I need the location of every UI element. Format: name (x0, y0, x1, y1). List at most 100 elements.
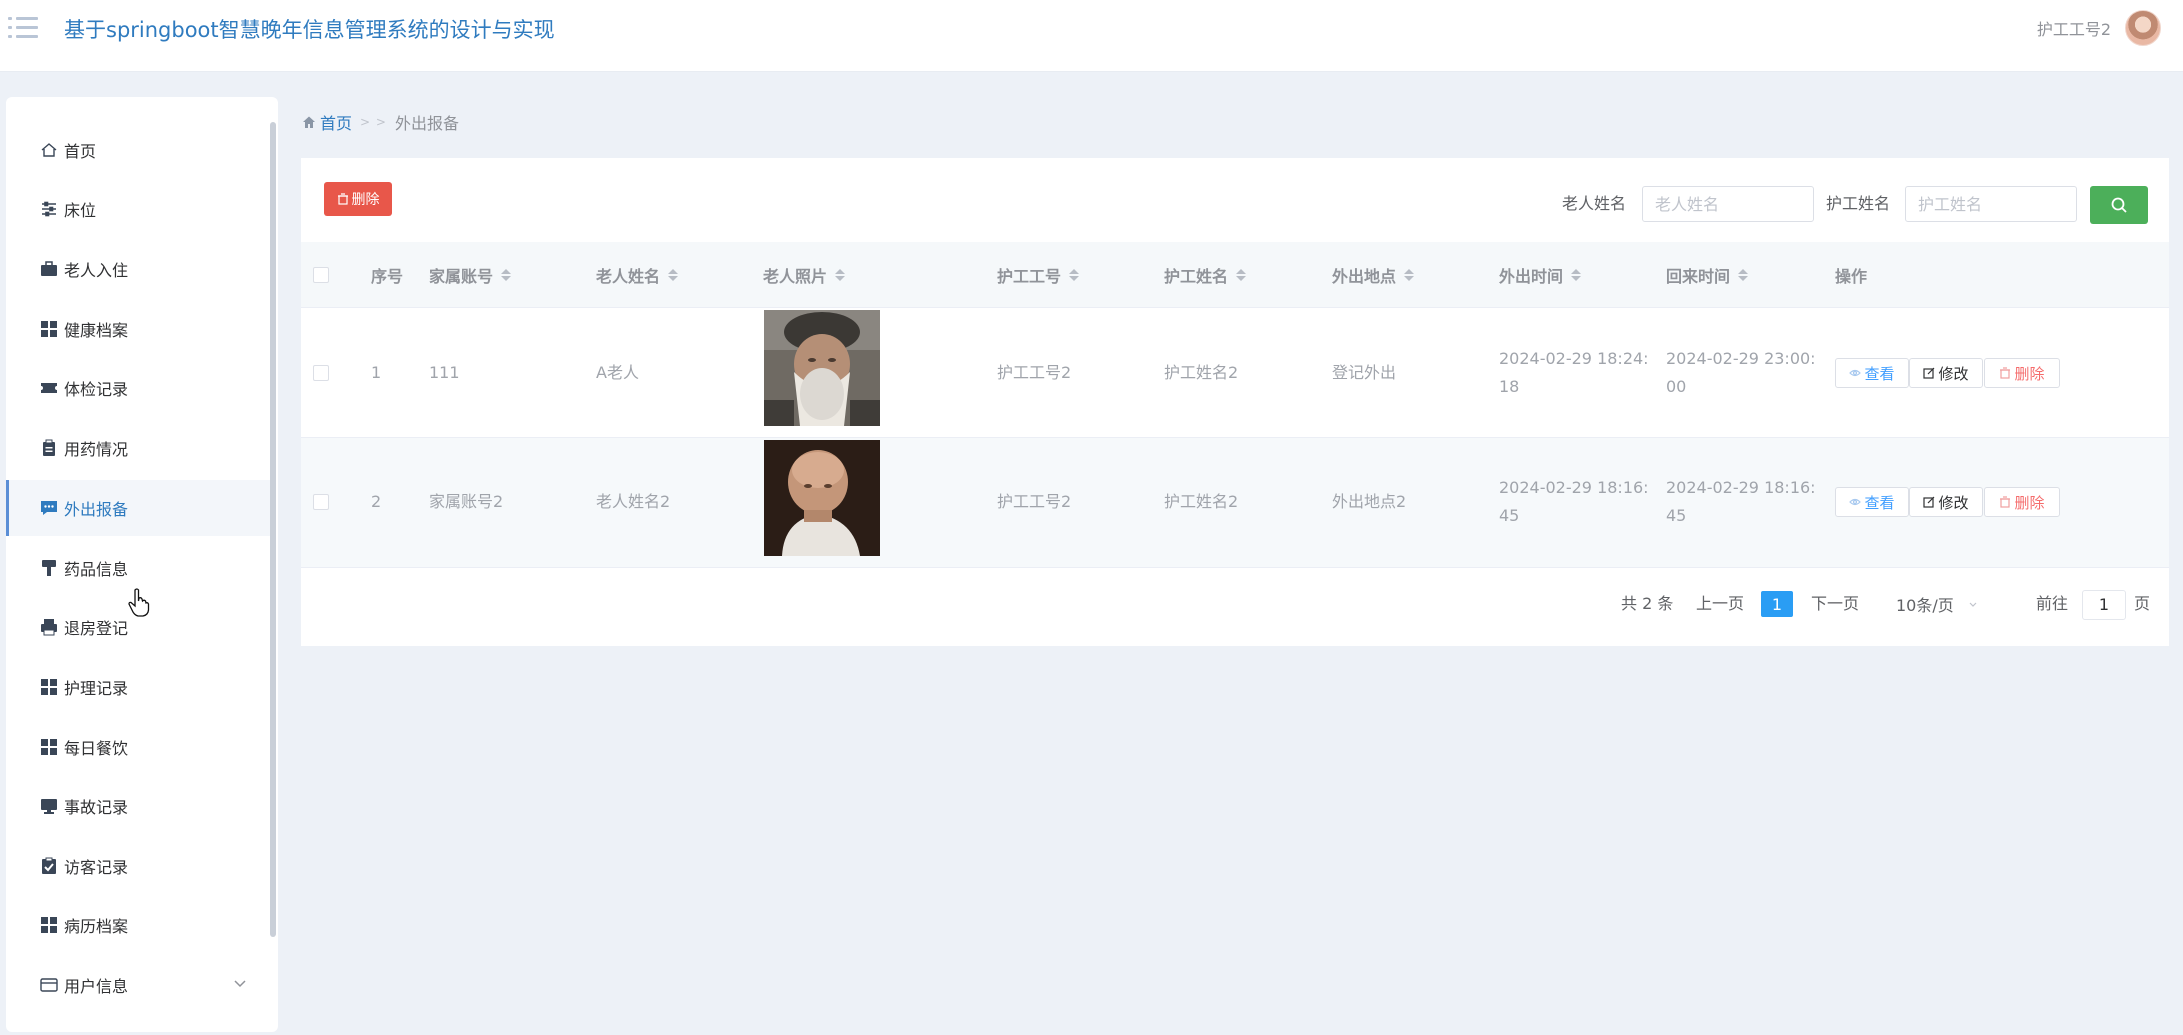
sidebar-item-checkin[interactable]: 老人入住 (6, 241, 270, 297)
breadcrumb: 首页 > > 外出报备 (302, 110, 459, 134)
row-checkbox[interactable] (313, 494, 329, 510)
top-header: 基于springboot智慧晚年信息管理系统的设计与实现 护工工号2 (0, 0, 2183, 72)
pagination-total: 共 2 条 (1621, 594, 1674, 613)
sort-icon[interactable] (1069, 269, 1080, 281)
pagination-page-1[interactable]: 1 (1761, 591, 1793, 617)
column-header-elder-photo[interactable]: 老人照片 (763, 242, 846, 308)
checklist-icon (40, 857, 58, 875)
sidebar-item-meals[interactable]: 每日餐饮 (6, 719, 270, 775)
sort-icon[interactable] (1738, 269, 1749, 281)
cell-nurse-name: 护工姓名2 (1164, 492, 1239, 511)
cell-index: 1 (371, 363, 382, 382)
pagination-next-button[interactable]: 下一页 (1811, 590, 1859, 618)
nurse-name-label: 护工姓名 (1826, 194, 1891, 213)
sort-icon[interactable] (501, 269, 512, 281)
elder-photo[interactable] (764, 440, 880, 556)
column-header-family-account[interactable]: 家属账号 (429, 242, 512, 308)
sidebar-item-user-info[interactable]: 用户信息 (6, 957, 270, 1013)
user-name[interactable]: 护工工号2 (2037, 14, 2111, 46)
edit-icon (1923, 367, 1935, 379)
cell-index: 2 (371, 492, 382, 511)
pagination-prev-button[interactable]: 上一页 (1696, 590, 1744, 618)
column-header-nurse-name[interactable]: 护工姓名 (1164, 242, 1247, 308)
cell-elder-name: 老人姓名2 (596, 492, 671, 511)
briefcase-icon (40, 260, 58, 278)
avatar[interactable] (2125, 10, 2161, 46)
sort-icon[interactable] (1404, 269, 1415, 281)
row-checkbox[interactable] (313, 365, 329, 381)
sidebar-item-outing-report[interactable]: 外出报备 (6, 480, 270, 536)
sidebar-item-label: 退房登记 (64, 619, 129, 638)
column-header-return-time[interactable]: 回来时间 (1666, 242, 1749, 308)
elder-name-input[interactable] (1642, 186, 1814, 222)
cell-location: 登记外出 (1332, 363, 1397, 382)
nurse-name-input[interactable] (1905, 186, 2077, 222)
sort-icon[interactable] (668, 269, 679, 281)
sort-icon[interactable] (1236, 269, 1247, 281)
menu-toggle-icon[interactable] (8, 14, 40, 42)
hand-cursor-icon (128, 588, 150, 617)
sidebar-item-label: 药品信息 (64, 560, 129, 579)
search-button[interactable] (2090, 186, 2148, 224)
sidebar-item-nursing[interactable]: 护理记录 (6, 659, 270, 715)
view-button[interactable]: 查看 (1835, 358, 1909, 388)
edit-button[interactable]: 修改 (1909, 487, 1983, 517)
breadcrumb-home[interactable]: 首页 (302, 110, 352, 134)
eye-icon (1849, 498, 1862, 506)
cell-nurse-name: 护工姓名2 (1164, 363, 1239, 382)
sidebar-item-label: 用药情况 (64, 440, 129, 459)
column-header-index: 序号 (371, 267, 404, 286)
trash-icon (2000, 367, 2011, 379)
column-header-out-time[interactable]: 外出时间 (1499, 242, 1582, 308)
breadcrumb-separator: > > (360, 115, 387, 129)
elder-photo[interactable] (764, 310, 880, 426)
cell-location: 外出地点2 (1332, 492, 1407, 511)
column-header-elder-name[interactable]: 老人姓名 (596, 242, 679, 308)
batch-delete-button[interactable]: 删除 (324, 182, 392, 216)
sidebar-item-medication[interactable]: 用药情况 (6, 420, 270, 476)
cell-out-time: 2024-02-29 18:24: 18 (1499, 349, 1649, 396)
cell-elder-name: A老人 (596, 363, 639, 382)
cell-return-time: 2024-02-29 18:16: 45 (1666, 478, 1816, 525)
table-header: 序号 家属账号 老人姓名 老人照片 护工工号 护工姓名 外出地点 外出时间 回来… (301, 242, 2169, 308)
trash-icon (337, 193, 348, 205)
page-size-select[interactable]: 10条/页 (1882, 590, 1982, 618)
cell-nurse-no: 护工工号2 (997, 492, 1072, 511)
column-header-location[interactable]: 外出地点 (1332, 242, 1415, 308)
sidebar-item-label: 体检记录 (64, 380, 129, 399)
column-header-nurse-no[interactable]: 护工工号 (997, 242, 1080, 308)
sidebar-item-checkup[interactable]: 体检记录 (6, 360, 270, 416)
wallet-icon (40, 976, 58, 994)
cell-family-account: 111 (429, 363, 460, 382)
sidebar-item-health-records[interactable]: 健康档案 (6, 301, 270, 357)
sidebar-item-label: 用户信息 (64, 977, 129, 996)
home-icon (303, 116, 315, 128)
sidebar-item-visitors[interactable]: 访客记录 (6, 838, 270, 894)
brush-icon (40, 559, 58, 577)
grid-icon (40, 678, 58, 696)
grid-icon (40, 738, 58, 756)
sidebar-item-medical-records[interactable]: 病历档案 (6, 897, 270, 953)
view-button[interactable]: 查看 (1835, 487, 1909, 517)
grid-icon (40, 916, 58, 934)
grid-icon (40, 320, 58, 338)
home-icon (40, 141, 58, 159)
sidebar-item-home[interactable]: 首页 (6, 122, 270, 178)
sidebar-item-label: 每日餐饮 (64, 739, 129, 758)
pagination-goto-input[interactable]: 1 (2082, 590, 2126, 620)
sidebar-item-label: 外出报备 (64, 500, 129, 519)
sidebar-item-label: 病历档案 (64, 917, 129, 936)
sort-icon[interactable] (835, 269, 846, 281)
sidebar-scrollbar[interactable] (270, 122, 276, 937)
cell-return-time: 2024-02-29 23:00: 00 (1666, 349, 1816, 396)
delete-button[interactable]: 删除 (1984, 358, 2060, 388)
sidebar-item-beds[interactable]: 床位 (6, 181, 270, 237)
elder-name-label: 老人姓名 (1562, 194, 1627, 213)
edit-icon (1923, 496, 1935, 508)
select-all-checkbox[interactable] (313, 267, 329, 283)
delete-button[interactable]: 删除 (1984, 487, 2060, 517)
sidebar-item-accidents[interactable]: 事故记录 (6, 778, 270, 834)
edit-button[interactable]: 修改 (1909, 358, 1983, 388)
sliders-icon (40, 200, 58, 218)
sort-icon[interactable] (1571, 269, 1582, 281)
